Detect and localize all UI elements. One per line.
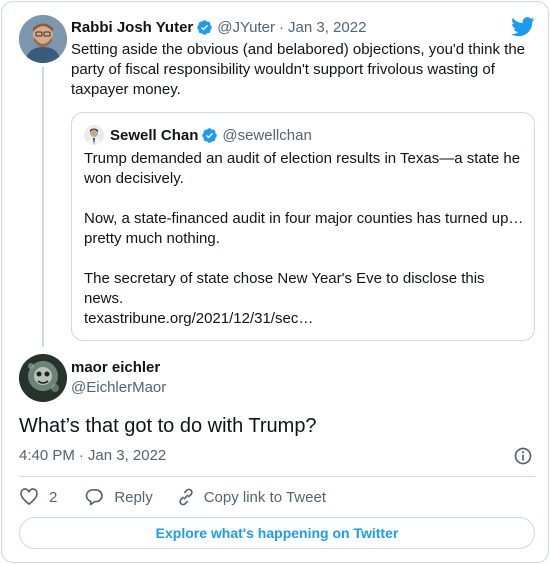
separator-dot: · <box>279 18 285 36</box>
tweet-date[interactable]: Jan 3, 2022 <box>88 447 166 464</box>
quoted-paragraph: Trump demanded an audit of election resu… <box>84 150 521 187</box>
copy-link-label: Copy link to Tweet <box>203 488 326 506</box>
reply-button[interactable]: Reply <box>84 487 153 507</box>
divider <box>19 476 535 477</box>
heart-icon <box>20 488 38 506</box>
avatar-rabbi-josh-yuter[interactable] <box>19 15 67 63</box>
info-icon[interactable] <box>513 446 533 466</box>
verified-badge-icon <box>202 127 218 143</box>
like-button[interactable]: 2 <box>19 487 57 507</box>
quoted-author-handle: @sewellchan <box>222 126 312 144</box>
like-count: 2 <box>49 488 58 506</box>
parent-author-handle[interactable]: @JYuter <box>217 19 275 36</box>
parent-author-name[interactable]: Rabbi Josh Yuter <box>71 19 193 36</box>
parent-tweet-header: Rabbi Josh Yuter @JYuter · Jan 3, 2022 <box>71 17 366 37</box>
avatar-maor-eichler[interactable] <box>19 354 67 402</box>
parent-tweet-date[interactable]: Jan 3, 2022 <box>288 19 366 36</box>
reply-label: Reply <box>114 488 153 506</box>
quoted-paragraph: Now, a state-financed audit in four majo… <box>84 210 524 247</box>
verified-badge-icon <box>197 19 213 35</box>
twitter-bird-icon[interactable] <box>511 16 535 38</box>
quoted-paragraph: The secretary of state chose New Year's … <box>84 270 485 307</box>
reply-bubble-icon <box>85 489 104 506</box>
copy-link-button[interactable]: Copy link to Tweet <box>176 487 326 507</box>
embedded-tweet-card: Rabbi Josh Yuter @JYuter · Jan 3, 2022 S… <box>1 1 549 563</box>
main-tweet-text: What’s that got to do with Trump? <box>19 415 317 437</box>
main-author-handle[interactable]: @EichlerMaor <box>71 379 166 396</box>
quoted-tweet[interactable]: Sewell Chan @sewellchan Trump demanded a… <box>71 112 535 341</box>
quoted-tweet-header: Sewell Chan @sewellchan <box>84 124 312 146</box>
main-tweet-timestamp[interactable]: 4:40 PM · Jan 3, 2022 <box>19 447 166 464</box>
tweet-actions-bar: 2 Reply Copy link to Tweet <box>19 486 326 508</box>
link-icon <box>179 488 193 506</box>
quoted-author-name: Sewell Chan <box>110 126 199 144</box>
thread-connector-line <box>42 67 44 347</box>
tweet-time[interactable]: 4:40 PM <box>19 447 75 464</box>
parent-tweet-text: Setting aside the obvious (and belabored… <box>71 41 525 98</box>
separator-dot: · <box>78 447 84 464</box>
quoted-tweet-link[interactable]: texastribune.org/2021/12/31/sec… <box>84 309 524 329</box>
quoted-tweet-text: Trump demanded an audit of election resu… <box>84 149 524 329</box>
avatar-sewell-chan <box>84 125 104 145</box>
explore-twitter-button[interactable]: Explore what's happening on Twitter <box>19 517 535 549</box>
main-author-name[interactable]: maor eichler <box>71 359 160 376</box>
